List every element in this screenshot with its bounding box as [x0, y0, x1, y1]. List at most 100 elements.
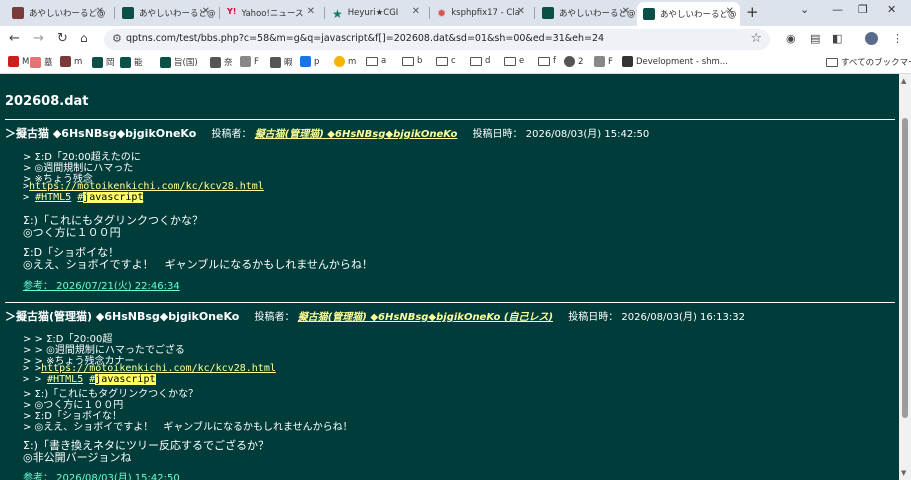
bookmark-item[interactable]: m: [334, 56, 356, 67]
bookmarks-bar: M 墓 m 岡 能 旨(国) 奈 F 暇 p m a b c d e f 2 F…: [0, 52, 911, 74]
reference-link[interactable]: 参考： 2026/07/21(火) 22:46:34: [23, 277, 180, 292]
avatar-favicon-icon: [12, 7, 24, 19]
folder-icon: [402, 56, 414, 66]
post-header: ＞擬古猫(管理猫) ◆6HsNBsg◆bjgikOneKo 投稿者： 擬古猫(管…: [5, 308, 745, 324]
close-icon[interactable]: ✕: [412, 6, 420, 17]
minimize-icon[interactable]: —: [832, 3, 843, 16]
close-icon[interactable]: ✕: [517, 6, 525, 17]
bookmark-item[interactable]: F: [240, 56, 259, 67]
tab-4[interactable]: ★ Heyuri★CGI ✕: [326, 2, 426, 24]
folder-icon: [826, 57, 838, 67]
close-icon[interactable]: ✕: [202, 6, 210, 17]
gear-favicon-icon: ✹: [437, 7, 447, 20]
reading-list-icon[interactable]: ▤: [810, 32, 820, 45]
more-menu-icon[interactable]: ⋮: [892, 32, 903, 45]
date-label: 投稿日時：: [472, 129, 523, 140]
poster-label: 投稿者：: [211, 129, 252, 140]
bookmark-item[interactable]: M: [8, 56, 29, 67]
bookmark-item[interactable]: 暇: [270, 56, 293, 68]
bookmark-folder[interactable]: b: [402, 56, 422, 66]
scrollbar[interactable]: ▲ ▼: [899, 74, 911, 480]
url-line: >https://motoikenkichi.com/kc/kcv28.html: [23, 181, 264, 192]
post-date: 2026/08/03(月) 16:13:32: [621, 312, 745, 323]
extension-icon[interactable]: ◉: [786, 32, 796, 45]
bookmark-item[interactable]: 岡: [92, 56, 115, 68]
profile-avatar-icon[interactable]: [865, 32, 878, 45]
tab-1[interactable]: あやしいわーるど@ ✕: [6, 2, 110, 24]
date-label: 投稿日時：: [568, 312, 619, 323]
bookmark-item[interactable]: 2: [564, 56, 583, 67]
scrollbar-thumb[interactable]: [902, 118, 908, 418]
poster-link[interactable]: 擬古猫(管理猫) ◆6HsNBsg◆bjgikOneKo: [255, 129, 458, 140]
tab-2[interactable]: あやしいわーるど@ ✕: [116, 2, 216, 24]
site-info-icon[interactable]: ⚙: [112, 32, 122, 45]
poster-label: 投稿者：: [254, 312, 295, 323]
bookmark-folder[interactable]: a: [366, 56, 386, 66]
folder-icon: [436, 56, 448, 66]
tag-link-html5[interactable]: #HTML5: [35, 192, 71, 203]
maximize-icon[interactable]: ❐: [858, 3, 868, 16]
chevron-down-icon[interactable]: ⌄: [800, 3, 809, 16]
bookmark-item[interactable]: 墓: [30, 56, 53, 68]
url-text[interactable]: qptns.com/test/bbs.php?c=58&m=g&q=javasc…: [126, 33, 604, 44]
tag-line: > #HTML5 #javascript: [23, 192, 144, 203]
tag-line: > > #HTML5 #javascript: [23, 374, 156, 385]
bookmark-folder[interactable]: f: [538, 56, 556, 66]
reference-link[interactable]: 参考： 2026/08/03(月) 15:42:50: [23, 469, 180, 480]
puzzle-icon[interactable]: ◧: [832, 32, 842, 45]
close-icon[interactable]: ✕: [726, 6, 734, 17]
tab-7-active[interactable]: あやしいわーるど@ ✕: [637, 2, 740, 26]
tab-5[interactable]: ✹ ksphpfix17 - Cla ✕: [431, 2, 531, 24]
home-icon[interactable]: ⌂: [80, 31, 88, 45]
external-link[interactable]: https://motoikenkichi.com/kc/kcv28.html: [41, 363, 276, 374]
tab-title: ksphpfix17 - Cla: [451, 8, 520, 18]
bookmark-item[interactable]: 能: [120, 56, 143, 68]
external-link[interactable]: https://motoikenkichi.com/kc/kcv28.html: [29, 181, 264, 192]
folder-icon: [366, 56, 378, 66]
bookmark-item[interactable]: 旨(国): [160, 56, 198, 68]
tab-3[interactable]: Y! Yahoo!ニュース ✕: [221, 2, 321, 24]
tag-link-html5[interactable]: #HTML5: [47, 374, 83, 385]
body-line: ◎つく方に１００円: [23, 226, 121, 239]
body-line: ◎非公開バージョンね: [23, 451, 132, 464]
tag-link-javascript[interactable]: #javascript: [77, 192, 144, 203]
quote-line: > ◎ええ、ショボイですよ！ ギャンブルになるかもしれませんからね！: [23, 422, 353, 433]
bookmark-item[interactable]: p: [300, 56, 319, 67]
address-bar[interactable]: ⚙ qptns.com/test/bbs.php?c=58&m=g&q=java…: [104, 29, 770, 50]
page-content: 202608.dat ＞擬古猫 ◆6HsNBsg◆bjgikOneKo 投稿者：…: [0, 74, 899, 480]
url-line: > >https://motoikenkichi.com/kc/kcv28.ht…: [23, 363, 276, 374]
bookmark-star-icon[interactable]: ☆: [750, 31, 762, 46]
close-icon[interactable]: ✕: [96, 6, 104, 17]
tab-bar: あやしいわーるど@ ✕ あやしいわーるど@ ✕ Y! Yahoo!ニュース ✕ …: [0, 0, 911, 26]
bookmark-item[interactable]: Development - shm...: [622, 56, 728, 67]
bookmark-folder[interactable]: d: [470, 56, 490, 66]
close-window-icon[interactable]: ✕: [887, 3, 896, 16]
tab-6[interactable]: あやしいわーるど@ ✕: [536, 2, 636, 24]
yahoo-favicon-icon: Y!: [227, 7, 237, 16]
bookmark-item[interactable]: m: [60, 56, 82, 67]
poster-link[interactable]: 擬古猫(管理猫) ◆6HsNBsg◆bjgikOneKo (自己レス): [298, 312, 553, 323]
bookmark-folder[interactable]: c: [436, 56, 456, 66]
folder-icon: [504, 56, 516, 66]
reload-icon[interactable]: ↻: [57, 31, 68, 46]
browser-toolbar: ← → ↻ ⌂ ⚙ qptns.com/test/bbs.php?c=58&m=…: [0, 26, 911, 52]
divider: [5, 119, 895, 120]
tab-title: Heyuri★CGI: [347, 8, 399, 18]
tab-title: Yahoo!ニュース: [241, 9, 304, 19]
bbs-favicon-icon: [643, 8, 655, 20]
scroll-down-icon[interactable]: ▼: [901, 469, 906, 477]
post-header: ＞擬古猫 ◆6HsNBsg◆bjgikOneKo 投稿者： 擬古猫(管理猫) ◆…: [5, 125, 649, 141]
new-tab-icon[interactable]: +: [746, 3, 759, 21]
search-highlight: javascript: [83, 192, 144, 203]
bookmark-folder[interactable]: e: [504, 56, 524, 66]
tag-link-javascript[interactable]: #javascript: [89, 374, 156, 385]
scroll-up-icon[interactable]: ▲: [901, 77, 906, 85]
close-icon[interactable]: ✕: [307, 6, 315, 17]
forward-icon[interactable]: →: [33, 31, 44, 46]
close-icon[interactable]: ✕: [622, 6, 630, 17]
bookmark-item[interactable]: 奈: [210, 56, 233, 68]
back-icon[interactable]: ←: [9, 31, 20, 46]
bookmark-item[interactable]: F: [594, 56, 613, 67]
all-bookmarks-button[interactable]: すべてのブックマーク: [826, 56, 911, 68]
tab-title: あやしいわーるど@: [29, 9, 106, 19]
